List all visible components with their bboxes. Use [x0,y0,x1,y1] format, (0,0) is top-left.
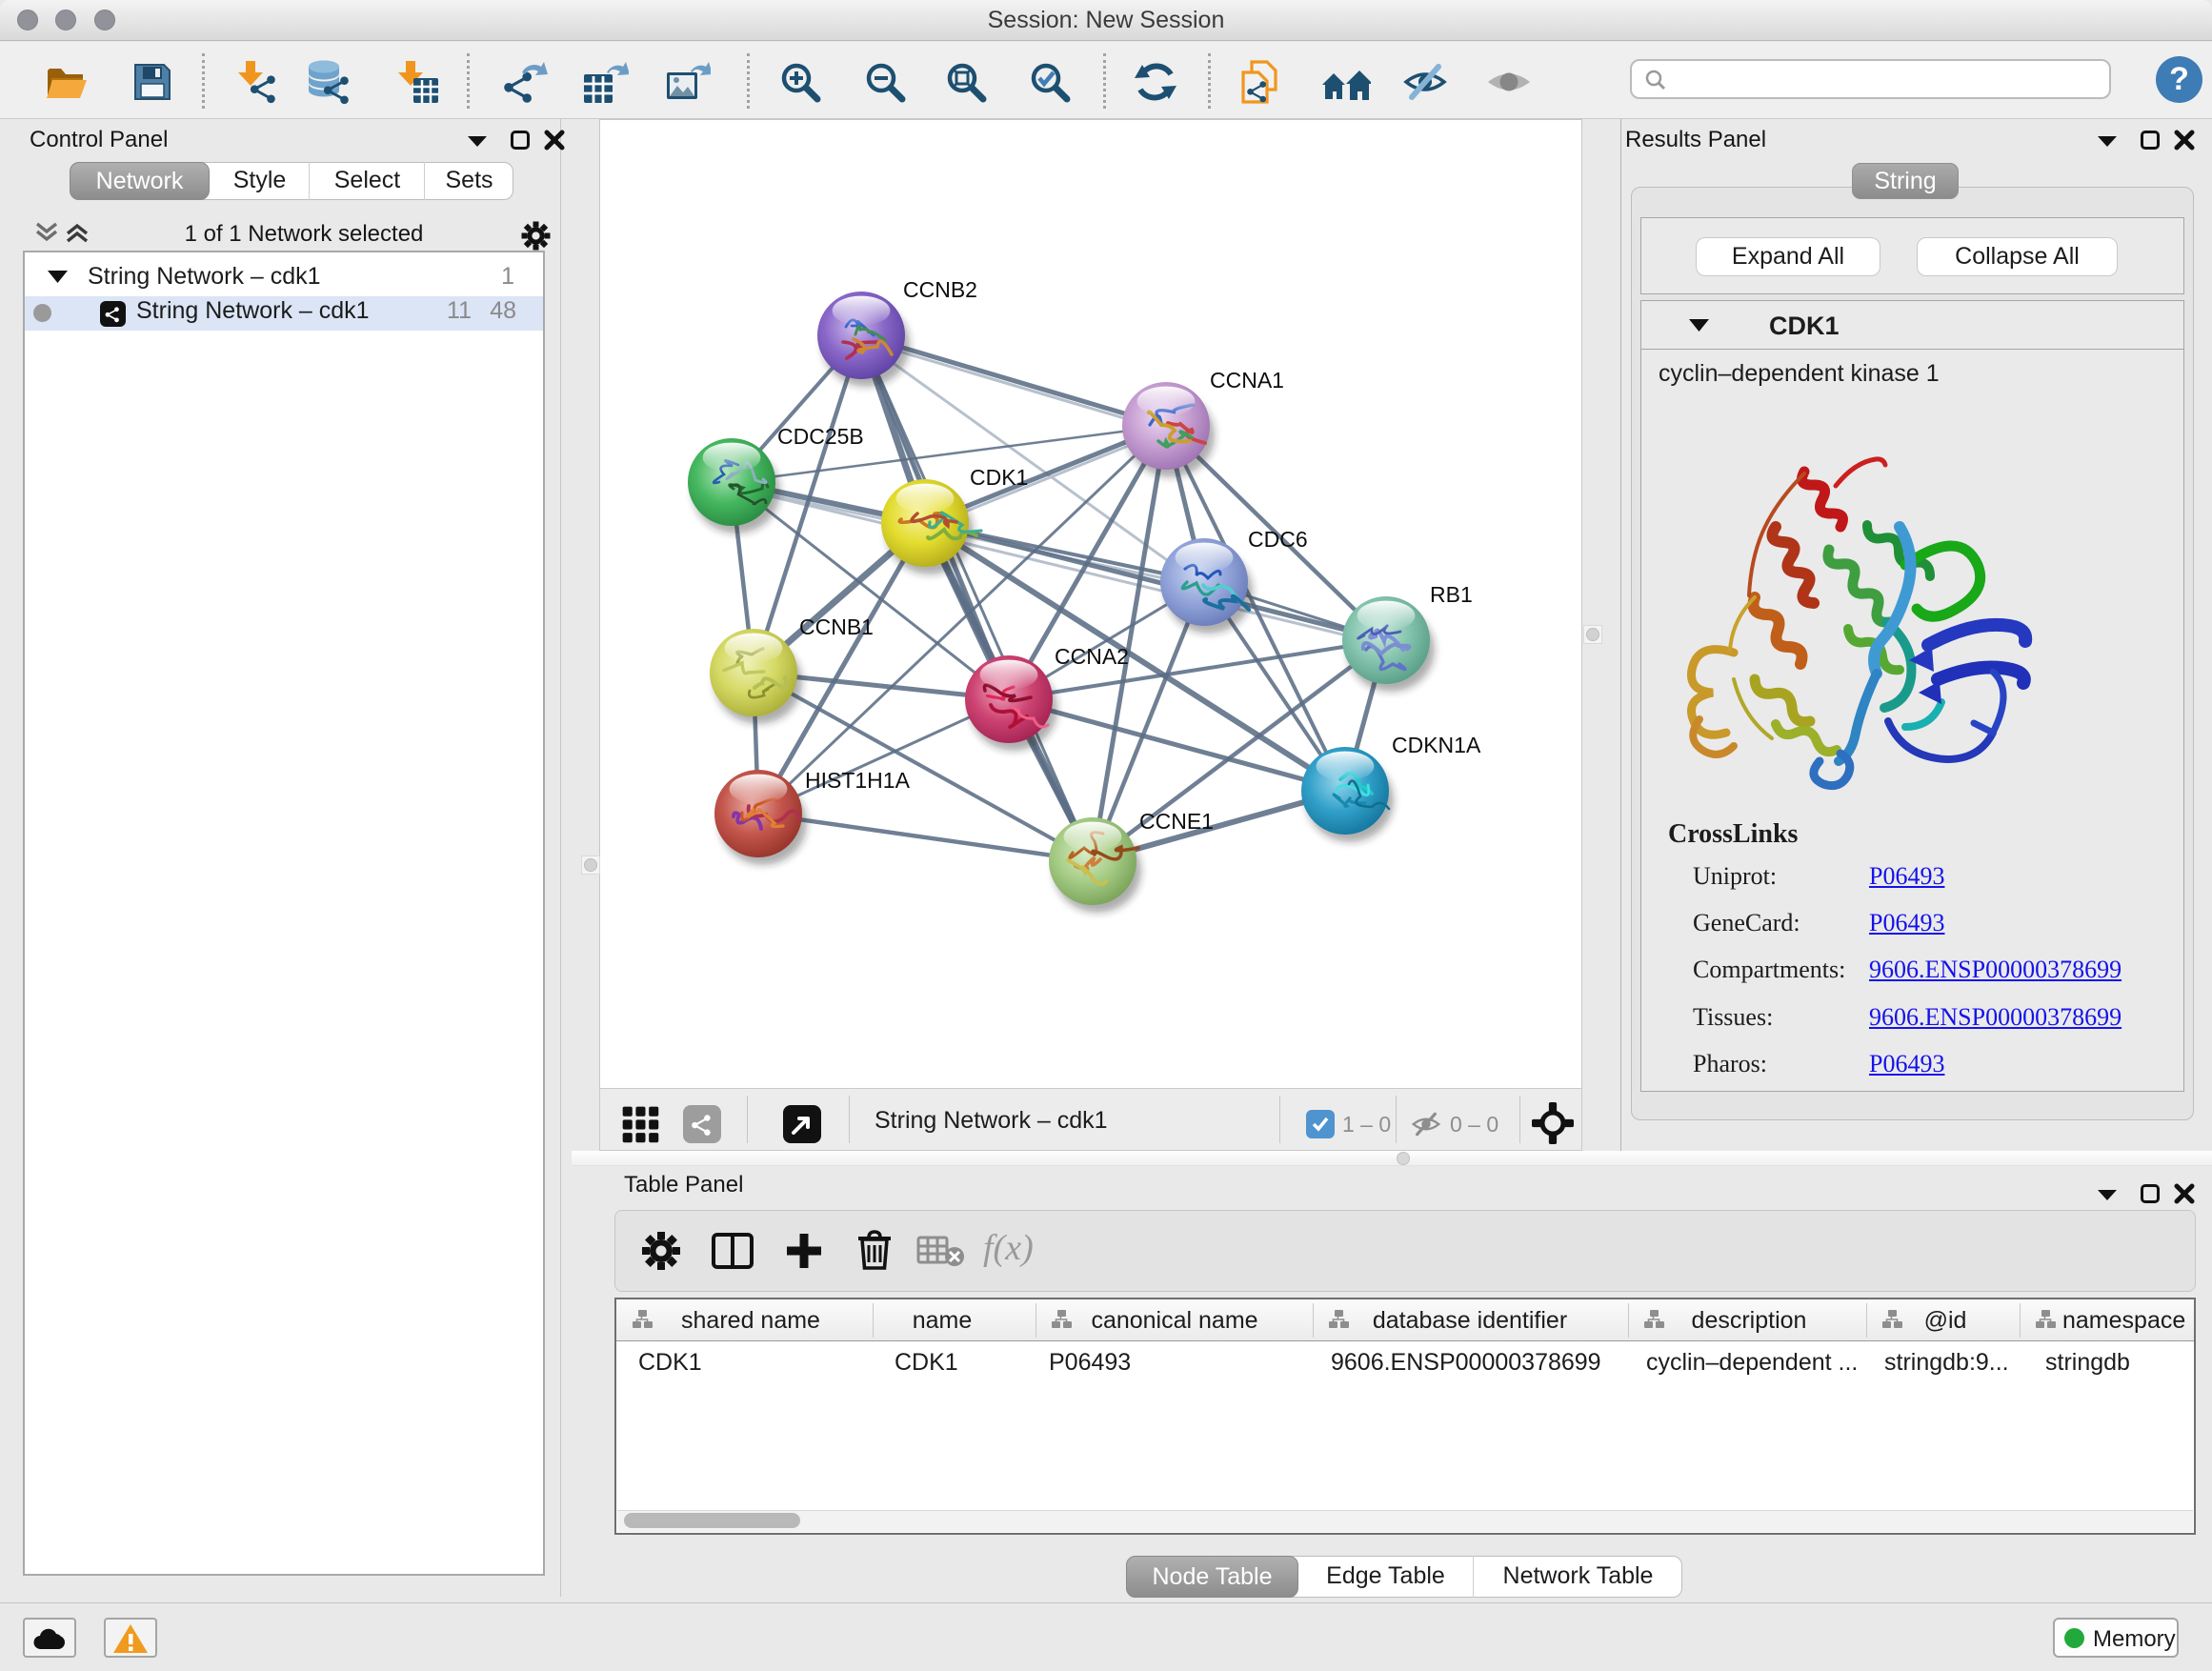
svg-text:CCNE1: CCNE1 [1139,809,1214,834]
svg-text:CCNB2: CCNB2 [903,277,977,302]
svg-text:CCNA2: CCNA2 [1055,644,1129,669]
svg-text:CCNB1: CCNB1 [799,614,874,639]
svg-text:CDKN1A: CDKN1A [1392,733,1481,757]
svg-text:HIST1H1A: HIST1H1A [805,768,911,793]
svg-text:CCNA1: CCNA1 [1210,368,1284,393]
svg-text:CDC25B: CDC25B [777,424,864,449]
svg-text:RB1: RB1 [1430,582,1473,607]
svg-text:CDC6: CDC6 [1248,527,1308,552]
svg-text:CDK1: CDK1 [970,465,1028,490]
